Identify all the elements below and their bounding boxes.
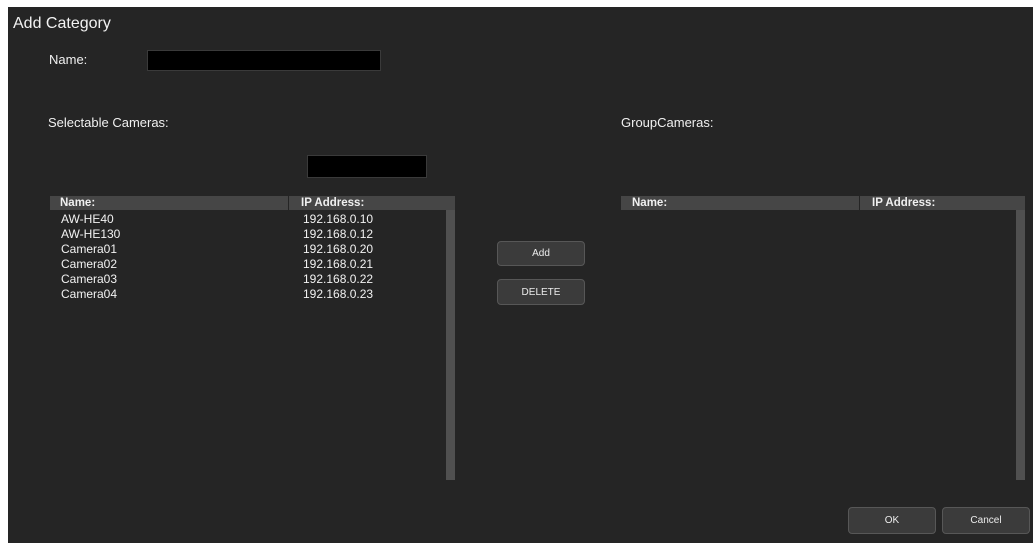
column-divider[interactable] — [288, 196, 289, 210]
cancel-button[interactable]: Cancel — [942, 507, 1030, 534]
selectable-cameras-label: Selectable Cameras: — [48, 115, 169, 130]
table-row[interactable]: Camera01 192.168.0.20 — [50, 242, 445, 257]
column-divider[interactable] — [859, 196, 860, 210]
camera-name-cell: Camera01 — [61, 242, 118, 256]
add-category-dialog: Add Category Name: Selectable Cameras: G… — [8, 7, 1033, 543]
delete-button[interactable]: DELETE — [497, 279, 585, 305]
table-row[interactable]: AW-HE40 192.168.0.10 — [50, 212, 445, 227]
camera-name-cell: AW-HE130 — [61, 227, 121, 241]
camera-name-cell: Camera02 — [61, 257, 118, 271]
name-label: Name: — [49, 52, 88, 67]
grid-header: Name: IP Address: — [621, 196, 1025, 210]
selectable-scrollbar[interactable] — [446, 210, 455, 480]
table-row[interactable]: Camera03 192.168.0.22 — [50, 272, 445, 287]
selectable-cameras-grid[interactable]: Name: IP Address: AW-HE40 192.168.0.10 AW-… — [50, 196, 455, 480]
add-button[interactable]: Add — [497, 241, 585, 266]
column-header-ip[interactable]: IP Address: — [301, 196, 364, 210]
grid-header: Name: IP Address: — [50, 196, 455, 210]
group-cameras-grid[interactable]: Name: IP Address: — [621, 196, 1025, 480]
group-scrollbar[interactable] — [1016, 210, 1025, 480]
group-cameras-label: GroupCameras: — [621, 115, 714, 130]
name-input[interactable] — [147, 50, 381, 71]
camera-name-cell: Camera04 — [61, 287, 118, 301]
camera-ip-cell: 192.168.0.20 — [303, 242, 374, 256]
column-header-name[interactable]: Name: — [632, 196, 667, 210]
column-header-ip[interactable]: IP Address: — [872, 196, 935, 210]
camera-ip-cell: 192.168.0.23 — [303, 287, 374, 301]
table-row[interactable]: AW-HE130 192.168.0.12 — [50, 227, 445, 242]
ok-button[interactable]: OK — [848, 507, 936, 534]
camera-ip-cell: 192.168.0.22 — [303, 272, 374, 286]
group-cameras-list — [621, 210, 1015, 480]
camera-filter-input[interactable] — [307, 155, 427, 178]
column-header-name[interactable]: Name: — [60, 196, 95, 210]
table-row[interactable]: Camera04 192.168.0.23 — [50, 287, 445, 302]
selectable-cameras-list: AW-HE40 192.168.0.10 AW-HE130 192.168.0.12 C… — [50, 210, 445, 480]
camera-ip-cell: 192.168.0.12 — [303, 227, 374, 241]
table-row[interactable]: Camera02 192.168.0.21 — [50, 257, 445, 272]
camera-name-cell: Camera03 — [61, 272, 118, 286]
dialog-title: Add Category — [13, 15, 111, 32]
camera-ip-cell: 192.168.0.21 — [303, 257, 374, 271]
camera-name-cell: AW-HE40 — [61, 212, 114, 226]
camera-ip-cell: 192.168.0.10 — [303, 212, 374, 226]
